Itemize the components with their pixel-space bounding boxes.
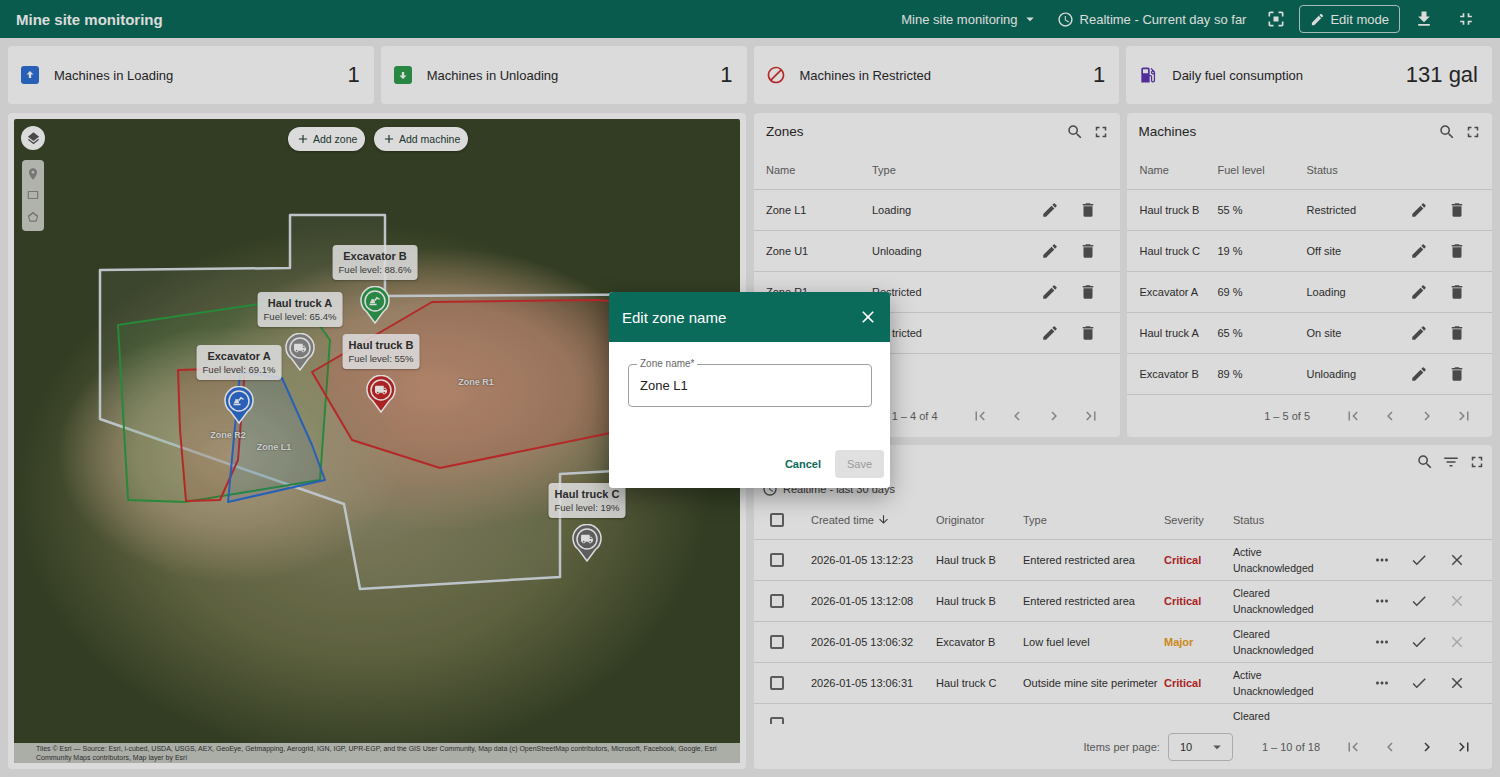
dialog-body: Zone name*	[609, 342, 890, 450]
zone-name-input[interactable]	[629, 378, 871, 393]
edit-zone-dialog: Edit zone name Zone name* Cancel Save	[609, 292, 890, 488]
dialog-title: Edit zone name	[622, 309, 858, 326]
save-button: Save	[835, 450, 884, 478]
dialog-header: Edit zone name	[609, 292, 890, 342]
cancel-button[interactable]: Cancel	[777, 450, 829, 478]
save-label: Save	[847, 458, 872, 470]
zone-name-field: Zone name*	[628, 364, 872, 407]
close-button[interactable]	[858, 305, 878, 329]
dialog-actions: Cancel Save	[609, 450, 890, 488]
app: Mine site monitoringMine site monitoring…	[0, 0, 1500, 777]
close-shape	[862, 311, 874, 323]
field-label: Zone name*	[637, 358, 697, 370]
close-icon	[858, 307, 878, 327]
